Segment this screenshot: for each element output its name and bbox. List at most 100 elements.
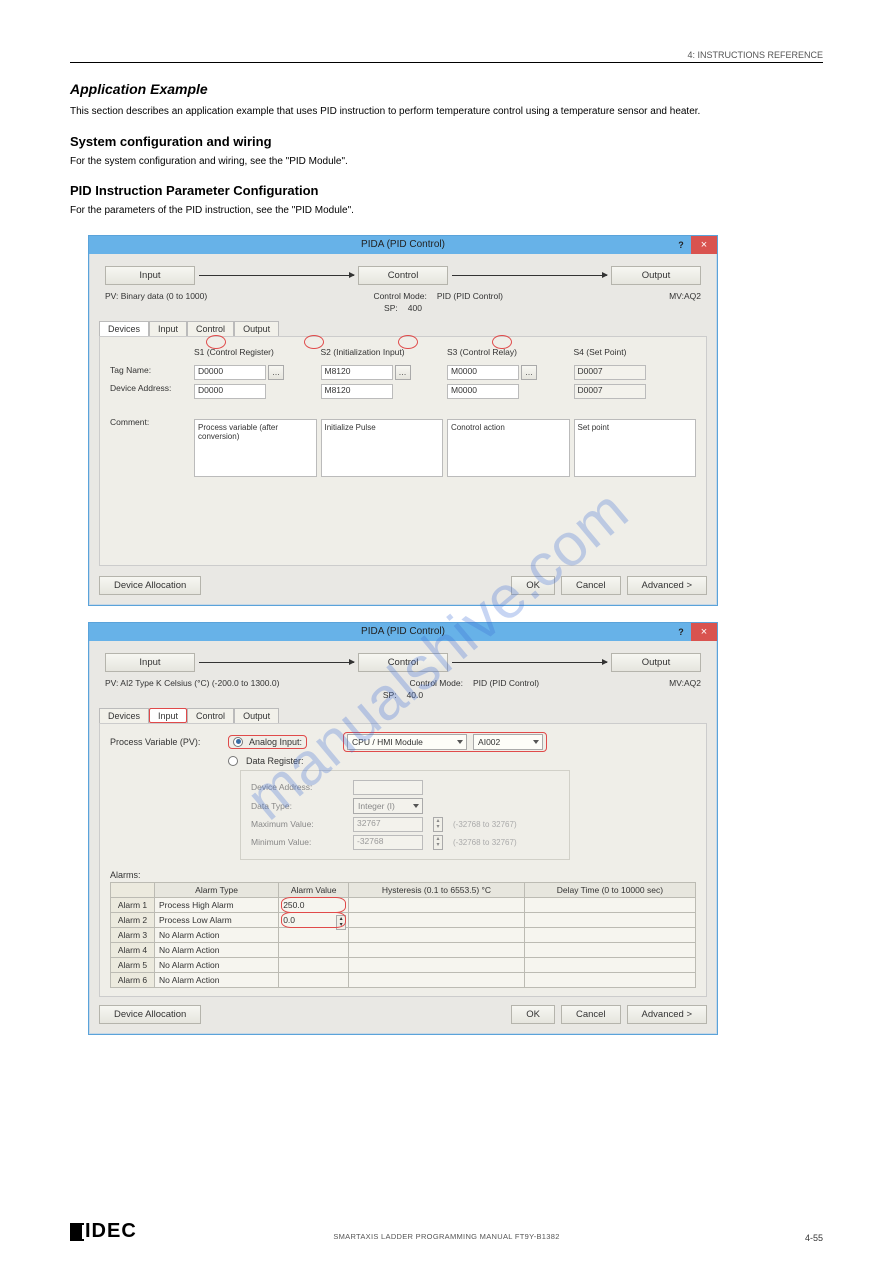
tab-devices[interactable]: Devices — [99, 321, 149, 336]
help-button[interactable]: ? — [671, 623, 691, 641]
col-s2-header: S2 (Initialization Input) — [321, 347, 444, 361]
stepper-icon: ▴▾ — [433, 835, 443, 850]
col-s4-header: S4 (Set Point) — [574, 347, 697, 361]
advanced-button[interactable]: Advanced > — [627, 1005, 707, 1024]
tab-devices[interactable]: Devices — [99, 708, 149, 723]
flow-arrow — [452, 662, 607, 663]
sub-addr-input — [353, 780, 423, 795]
ok-button[interactable]: OK — [511, 1005, 555, 1024]
s1-browse-button[interactable]: … — [268, 365, 284, 380]
sub-min-input: -32768 — [353, 835, 423, 850]
s1-addr-input: D0000 — [194, 384, 266, 399]
cancel-button[interactable]: Cancel — [561, 576, 621, 595]
step-input-button[interactable]: Input — [105, 266, 195, 285]
row-label-comment: Comment: — [110, 417, 190, 431]
s3-tag-input[interactable]: M0000 — [447, 365, 519, 380]
step-input-button[interactable]: Input — [105, 653, 195, 672]
tab-output[interactable]: Output — [234, 321, 279, 336]
device-allocation-button[interactable]: Device Allocation — [99, 576, 201, 595]
radio-datareg-label: Data Register: — [246, 756, 304, 766]
control-mode-label: Control Mode: — [373, 291, 426, 301]
col-alarm-value: Alarm Value — [279, 882, 349, 897]
params-body: For the parameters of the PID instructio… — [70, 204, 823, 219]
step-output-button[interactable]: Output — [611, 266, 701, 285]
step-output-button[interactable]: Output — [611, 653, 701, 672]
titlebar: PIDA (PID Control) ? × — [89, 623, 717, 641]
mv-label: MV:AQ2 — [669, 291, 701, 301]
close-button[interactable]: × — [691, 236, 717, 254]
tab-input[interactable]: Input — [149, 708, 187, 723]
s3-addr-input: M0000 — [447, 384, 519, 399]
s3-comment[interactable]: Conotrol action — [447, 419, 570, 477]
col-alarm-delay: Delay Time (0 to 10000 sec) — [524, 882, 695, 897]
intro-text: This section describes an application ex… — [70, 105, 823, 120]
sysconfig-body: For the system configuration and wiring,… — [70, 155, 823, 170]
flow-arrow — [199, 662, 354, 663]
tab-control[interactable]: Control — [187, 708, 234, 723]
row-label-addr: Device Address: — [110, 383, 190, 397]
pv-label: Process Variable (PV): — [110, 737, 220, 747]
ok-button[interactable]: OK — [511, 576, 555, 595]
radio-data-register[interactable] — [228, 756, 238, 766]
table-row: Alarm 2Process Low Alarm0.0▴▾ — [111, 912, 696, 927]
help-button[interactable]: ? — [671, 236, 691, 254]
control-mode-label: Control Mode: — [410, 678, 463, 688]
sub-addr-label: Device Address: — [251, 782, 343, 792]
s2-comment[interactable]: Initialize Pulse — [321, 419, 444, 477]
tab-control[interactable]: Control — [187, 321, 234, 336]
sub-min-label: Minimum Value: — [251, 837, 343, 847]
data-register-subgroup: Device Address: Data Type:Integer (I) Ma… — [240, 770, 570, 860]
control-mode-value: PID (PID Control) — [437, 291, 503, 301]
alarms-heading: Alarms: — [110, 870, 696, 880]
ai-select[interactable]: AI002 — [473, 734, 543, 750]
module-select[interactable]: CPU / HMI Module — [347, 734, 467, 750]
s2-tag-input[interactable]: M8120 — [321, 365, 393, 380]
annotation-circle — [492, 335, 512, 349]
table-row: Alarm 1Process High Alarm250.0 — [111, 897, 696, 912]
dialog-title: PIDA (PID Control) — [361, 626, 445, 637]
annotation-circle — [304, 335, 324, 349]
s2-browse-button[interactable]: … — [395, 365, 411, 380]
advanced-button[interactable]: Advanced > — [627, 576, 707, 595]
radio-analog-label: Analog Input: — [249, 737, 302, 747]
titlebar: PIDA (PID Control) ? × — [89, 236, 717, 254]
subheading-sysconfig: System configuration and wiring — [70, 134, 823, 149]
sub-datatype-select: Integer (I) — [353, 798, 423, 814]
s4-comment[interactable]: Set point — [574, 419, 697, 477]
dialog-title: PIDA (PID Control) — [361, 239, 445, 250]
radio-analog-input[interactable] — [233, 737, 243, 747]
annotation-circle — [206, 335, 226, 349]
chevron-down-icon — [413, 804, 419, 808]
col-alarm-hyst: Hysteresis (0.1 to 6553.5) °C — [349, 882, 525, 897]
pv-summary: PV: AI2 Type K Celsius (°C) (-200.0 to 1… — [105, 678, 279, 688]
sub-max-note: (-32768 to 32767) — [453, 820, 517, 829]
table-row: Alarm 3No Alarm Action — [111, 927, 696, 942]
pida-dialog-devices: PIDA (PID Control) ? × Input Control Out… — [88, 235, 718, 606]
device-allocation-button[interactable]: Device Allocation — [99, 1005, 201, 1024]
sub-datatype-label: Data Type: — [251, 801, 343, 811]
s4-tag-input: D0007 — [574, 365, 646, 380]
s1-comment[interactable]: Process variable (after conversion) — [194, 419, 317, 477]
stepper-icon: ▴▾ — [433, 817, 443, 832]
alarms-table: Alarm Type Alarm Value Hysteresis (0.1 t… — [110, 882, 696, 988]
step-control-button[interactable]: Control — [358, 653, 448, 672]
annotation-circle — [398, 335, 418, 349]
control-mode-value: PID (PID Control) — [473, 678, 539, 688]
table-row: Alarm 6No Alarm Action — [111, 972, 696, 987]
annotation-oval — [281, 912, 346, 928]
step-control-button[interactable]: Control — [358, 266, 448, 285]
s2-addr-input: M8120 — [321, 384, 393, 399]
page-number: 4-55 — [805, 1233, 823, 1243]
tab-input[interactable]: Input — [149, 321, 187, 336]
tab-output[interactable]: Output — [234, 708, 279, 723]
col-s3-header: S3 (Control Relay) — [447, 347, 570, 361]
col-alarm-type: Alarm Type — [155, 882, 279, 897]
s1-tag-input[interactable]: D0000 — [194, 365, 266, 380]
sp-value: 400 — [408, 303, 422, 313]
close-button[interactable]: × — [691, 623, 717, 641]
s3-browse-button[interactable]: … — [521, 365, 537, 380]
cancel-button[interactable]: Cancel — [561, 1005, 621, 1024]
section-heading-app-example: Application Example — [70, 81, 823, 97]
annotation-oval — [281, 897, 346, 913]
sp-value: 40.0 — [407, 690, 424, 700]
